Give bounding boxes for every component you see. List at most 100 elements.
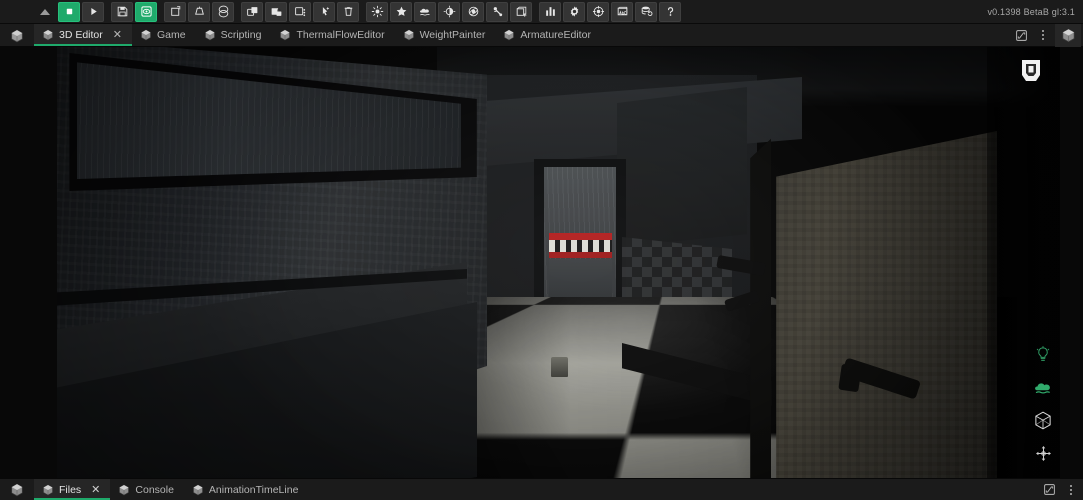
bottombar-lead-cube-icon[interactable] (0, 479, 34, 500)
cube-icon (503, 29, 515, 41)
tab-thermalfloweditor[interactable]: ThermalFlowEditor (271, 24, 394, 46)
tab-label: Game (157, 29, 186, 41)
armature-button[interactable] (486, 2, 508, 22)
close-tab-icon[interactable]: ✕ (113, 30, 122, 41)
cube-icon (140, 29, 152, 41)
add-box-button[interactable] (510, 2, 532, 22)
tab-label: 3D Editor (59, 29, 103, 41)
trash-bin-icon (342, 5, 355, 18)
square-dots-icon (294, 5, 307, 18)
tab-label: ArmatureEditor (520, 29, 591, 41)
tab-3d-editor[interactable]: 3D Editor ✕ (34, 24, 132, 46)
stop-button[interactable] (58, 2, 80, 22)
brightness-button[interactable] (438, 2, 460, 22)
box-plus-icon (515, 5, 528, 18)
target-button[interactable] (587, 2, 609, 22)
database-refresh-button[interactable] (635, 2, 657, 22)
toolbar-button-group (58, 2, 683, 22)
physics-button[interactable] (462, 2, 484, 22)
lock-object-button[interactable] (265, 2, 287, 22)
help-button[interactable] (659, 2, 681, 22)
tab-armatureeditor[interactable]: ArmatureEditor (495, 24, 601, 46)
question-mark-icon (664, 5, 677, 18)
3d-viewport[interactable] (57, 47, 1060, 478)
wire-cube-icon[interactable] (1032, 409, 1054, 431)
move-arrows-icon[interactable] (1032, 442, 1054, 464)
save-button[interactable] (111, 2, 133, 22)
bottombar-overflow-menu-icon[interactable] (1061, 480, 1081, 500)
light-button[interactable] (366, 2, 388, 22)
bottom-tab-files[interactable]: Files ✕ (34, 479, 110, 500)
atom-orbit-icon (467, 5, 480, 18)
eye-in-box-icon (140, 5, 153, 18)
light-bulb-icon[interactable] (1032, 343, 1054, 365)
rendered-3d-scene (57, 47, 1060, 478)
version-label: v0.1398 BetaB gl:3.1 (987, 7, 1075, 17)
tabbar-lead-cube-icon[interactable] (0, 24, 34, 47)
gear-icon (568, 5, 581, 18)
sun-burst-icon (371, 5, 384, 18)
cube-icon (42, 29, 54, 41)
viewport-overlay-tools (1032, 343, 1054, 464)
tab-label: Files (59, 484, 81, 496)
main-toolbar: v0.1398 BetaB gl:3.1 (0, 0, 1083, 24)
duplicate-squares-icon (246, 5, 259, 18)
tab-list: 3D Editor ✕ Game Scripting ThermalFlowEditor… (34, 24, 601, 46)
settings-button[interactable] (563, 2, 585, 22)
delete-button[interactable] (337, 2, 359, 22)
new-object-button[interactable] (164, 2, 186, 22)
shape-overlap-icon (217, 5, 230, 18)
pick-cursor-button[interactable] (313, 2, 335, 22)
cube-icon (279, 29, 291, 41)
file-abc-icon (616, 5, 629, 18)
bottom-tab-list: Files ✕ ConsoleAnimationTimeLine (34, 479, 308, 500)
target-circle-icon (592, 5, 605, 18)
tab-label: Scripting (221, 29, 262, 41)
group-select-button[interactable] (289, 2, 311, 22)
tabbar-right-controls (1011, 24, 1083, 46)
collapse-toolbar-arrow[interactable] (40, 9, 50, 15)
cloud-terrain-icon (419, 5, 432, 18)
square-outline-icon (169, 5, 182, 18)
view-cube-gizmo-icon[interactable] (1016, 55, 1046, 89)
left-rail (0, 47, 57, 478)
editor-window: v0.1398 BetaB gl:3.1 3D Editor ✕ Game Scrip… (0, 0, 1083, 500)
maximize-panel-icon[interactable] (1011, 25, 1031, 45)
editor-main-area (0, 47, 1083, 478)
right-rail (1060, 47, 1083, 478)
statistics-button[interactable] (539, 2, 561, 22)
tab-game[interactable]: Game (132, 24, 196, 46)
bottom-tab-animationtimeline[interactable]: AnimationTimeLine (184, 479, 309, 500)
tab-label: WeightPainter (420, 29, 486, 41)
tab-label: ThermalFlowEditor (296, 29, 384, 41)
play-button[interactable] (82, 2, 104, 22)
tabbar-overflow-menu-icon[interactable] (1033, 25, 1053, 45)
favorite-button[interactable] (390, 2, 412, 22)
editor-tab-bar: 3D Editor ✕ Game Scripting ThermalFlowEditor… (0, 24, 1083, 47)
play-triangle-icon (87, 5, 100, 18)
bone-joint-icon (491, 5, 504, 18)
tree-foliage-icon[interactable] (1032, 376, 1054, 398)
maximize-panel-icon[interactable] (1039, 480, 1059, 500)
clone-shape-button[interactable] (212, 2, 234, 22)
terrain-button[interactable] (414, 2, 436, 22)
close-tab-icon[interactable]: ✕ (91, 483, 100, 496)
bar-chart-icon (544, 5, 557, 18)
bottom-tab-console[interactable]: Console (110, 479, 184, 500)
duplicate-button[interactable] (241, 2, 263, 22)
abc-asset-button[interactable] (611, 2, 633, 22)
cube-icon (403, 29, 415, 41)
database-refresh-icon (640, 5, 653, 18)
preview-button[interactable] (135, 2, 157, 22)
star-icon (395, 5, 408, 18)
square-lock-icon (270, 5, 283, 18)
bottom-panel-tab-bar: Files ✕ ConsoleAnimationTimeLine (0, 478, 1083, 500)
cube-icon (204, 29, 216, 41)
add-mesh-button[interactable] (188, 2, 210, 22)
stop-square-icon (63, 5, 76, 18)
tabbar-corner-cube-icon[interactable] (1055, 24, 1081, 47)
tab-weightpainter[interactable]: WeightPainter (395, 24, 496, 46)
cube-icon (118, 484, 130, 496)
lamp-shade-icon (193, 5, 206, 18)
tab-scripting[interactable]: Scripting (196, 24, 272, 46)
